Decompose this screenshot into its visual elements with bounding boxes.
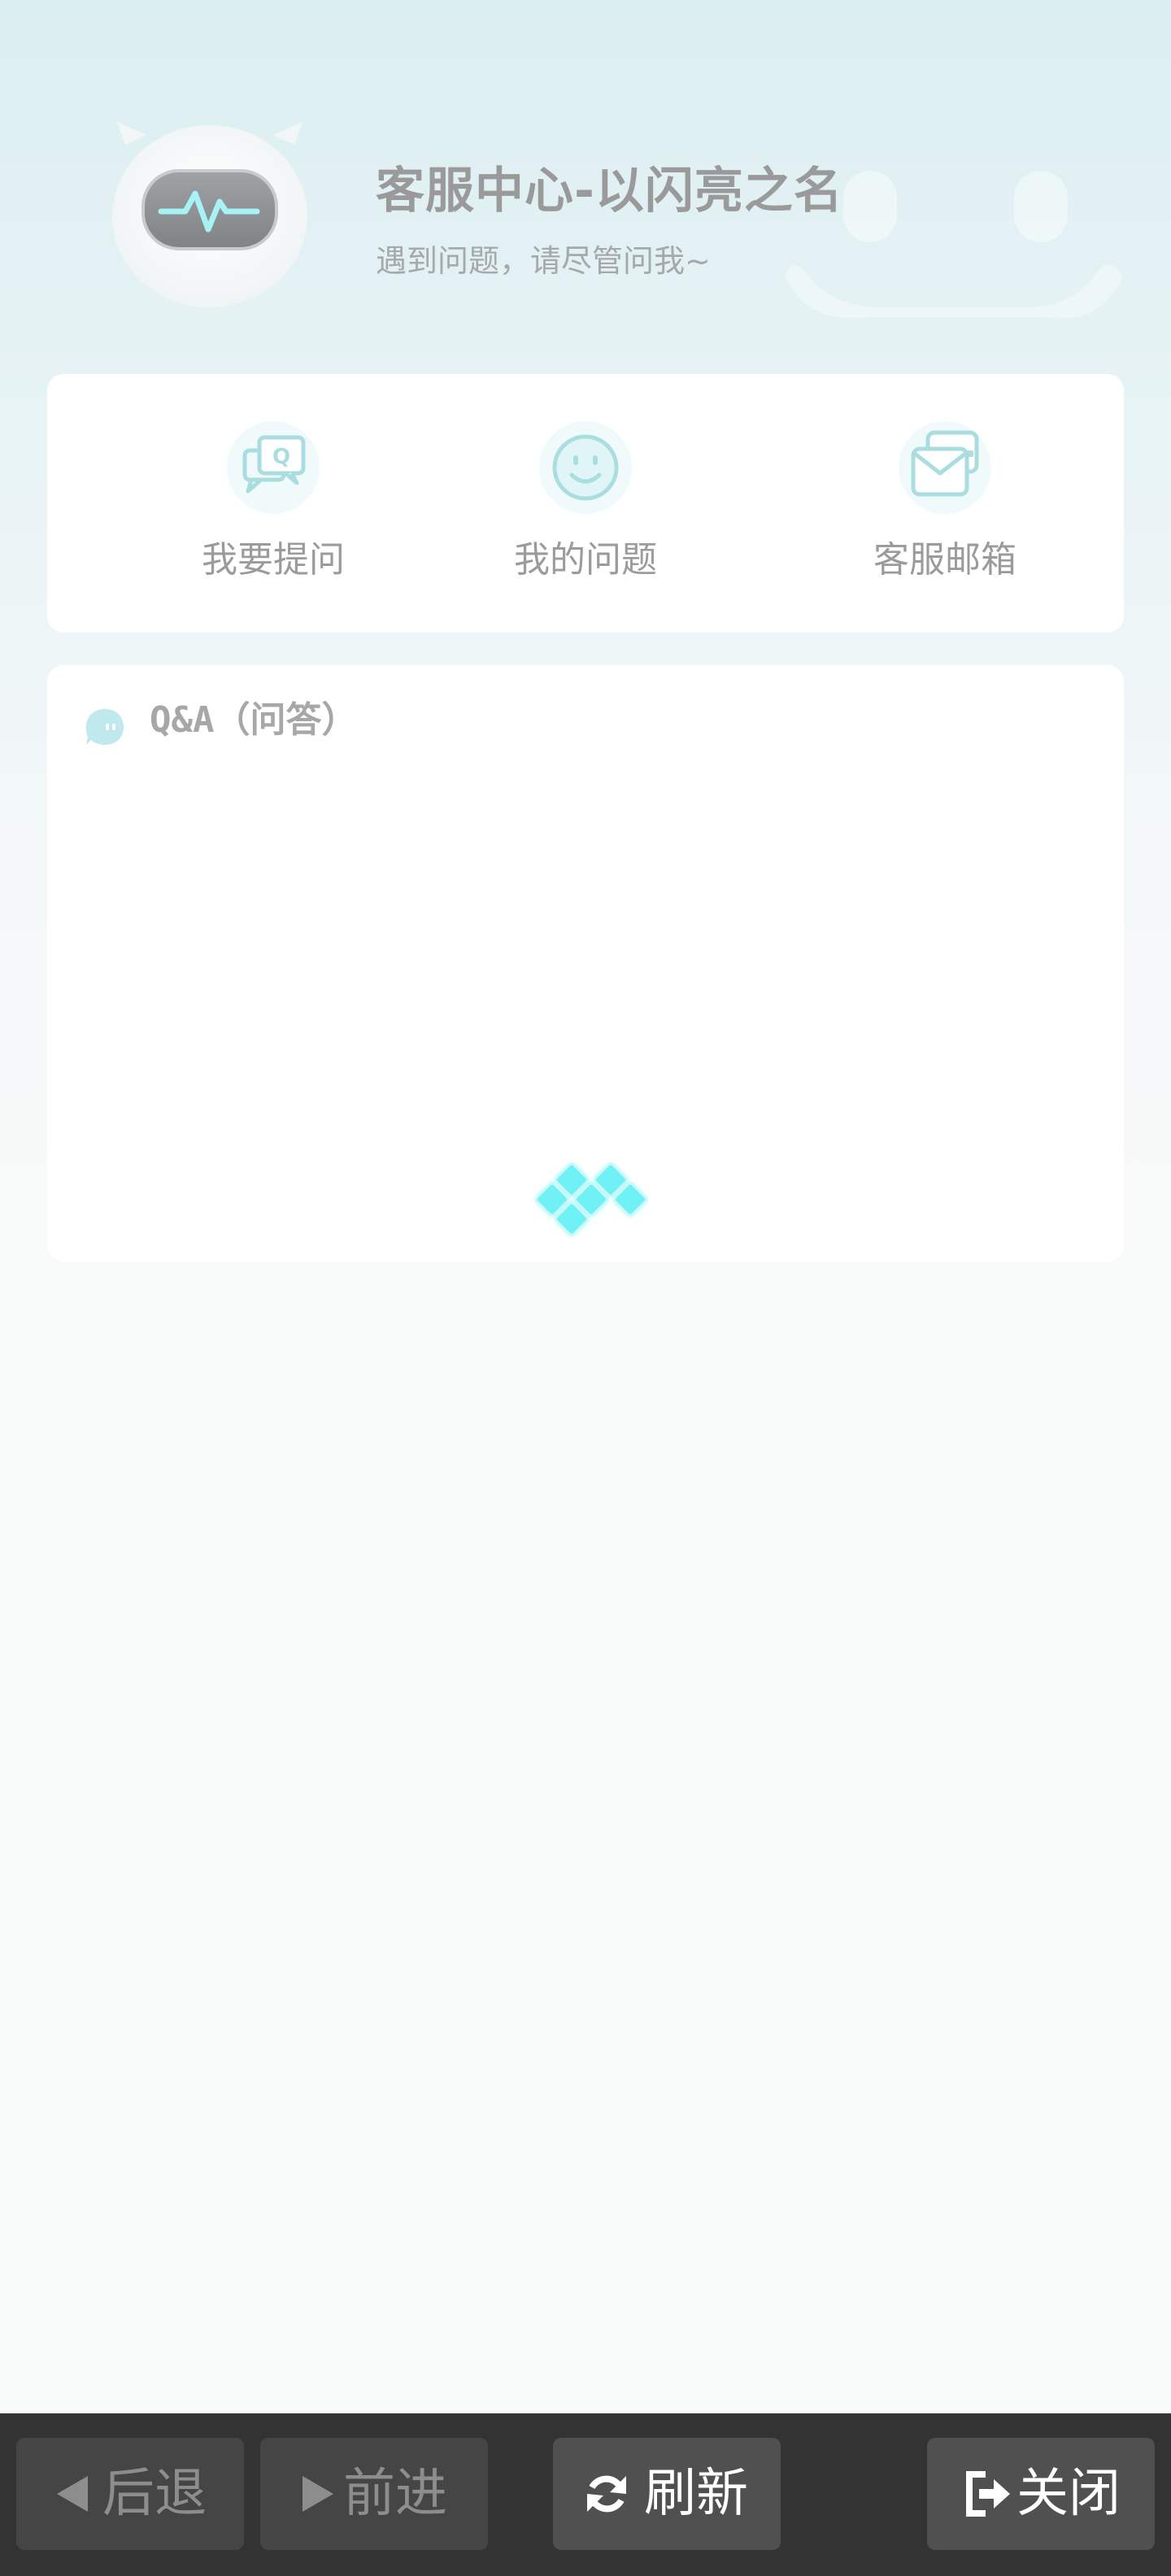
my-questions-label: 我的问题 <box>514 539 657 581</box>
header: 客服中心-以闪亮之名 遇到问题，请尽管问我~ <box>0 0 1171 374</box>
service-mailbox-label: 客服邮箱 <box>873 539 1016 581</box>
close-label: 关闭 <box>1016 2464 1121 2524</box>
forward-button[interactable]: 前进 <box>260 2438 488 2550</box>
refresh-button[interactable]: 刷新 <box>553 2438 781 2550</box>
svg-text:Q: Q <box>272 445 290 469</box>
triangle-left-icon <box>57 2476 88 2512</box>
refresh-icon <box>587 2475 626 2513</box>
smiley-icon <box>539 421 632 514</box>
page-title: 客服中心-以闪亮之名 <box>376 163 843 220</box>
chat-bubble-icon <box>86 709 124 745</box>
forward-label: 前进 <box>343 2464 447 2524</box>
ask-question-button[interactable]: Q 我要提问 <box>151 374 395 633</box>
back-label: 后退 <box>102 2464 207 2524</box>
ask-question-label: 我要提问 <box>202 539 345 581</box>
qa-title: Q&A（问答） <box>150 699 358 741</box>
exit-icon <box>966 2471 1010 2517</box>
my-questions-button[interactable]: 我的问题 <box>464 374 707 633</box>
loading-spinner-icon <box>534 1162 648 1237</box>
refresh-label: 刷新 <box>644 2464 748 2524</box>
mascot-avatar <box>112 122 307 307</box>
triangle-right-icon <box>303 2476 333 2512</box>
close-button[interactable]: 关闭 <box>927 2438 1155 2550</box>
question-chat-icon: Q <box>227 421 320 514</box>
quick-actions-card: Q 我要提问 我的问题 客服邮箱 <box>47 374 1124 633</box>
page-subtitle: 遇到问题，请尽管问我~ <box>376 243 711 279</box>
service-mailbox-button[interactable]: 客服邮箱 <box>823 374 1067 633</box>
browser-nav-bar: 后退 前进 刷新 关闭 <box>0 2413 1171 2576</box>
back-button[interactable]: 后退 <box>16 2438 244 2550</box>
qa-card: Q&A（问答） <box>47 665 1124 1262</box>
mail-icon <box>899 421 991 514</box>
